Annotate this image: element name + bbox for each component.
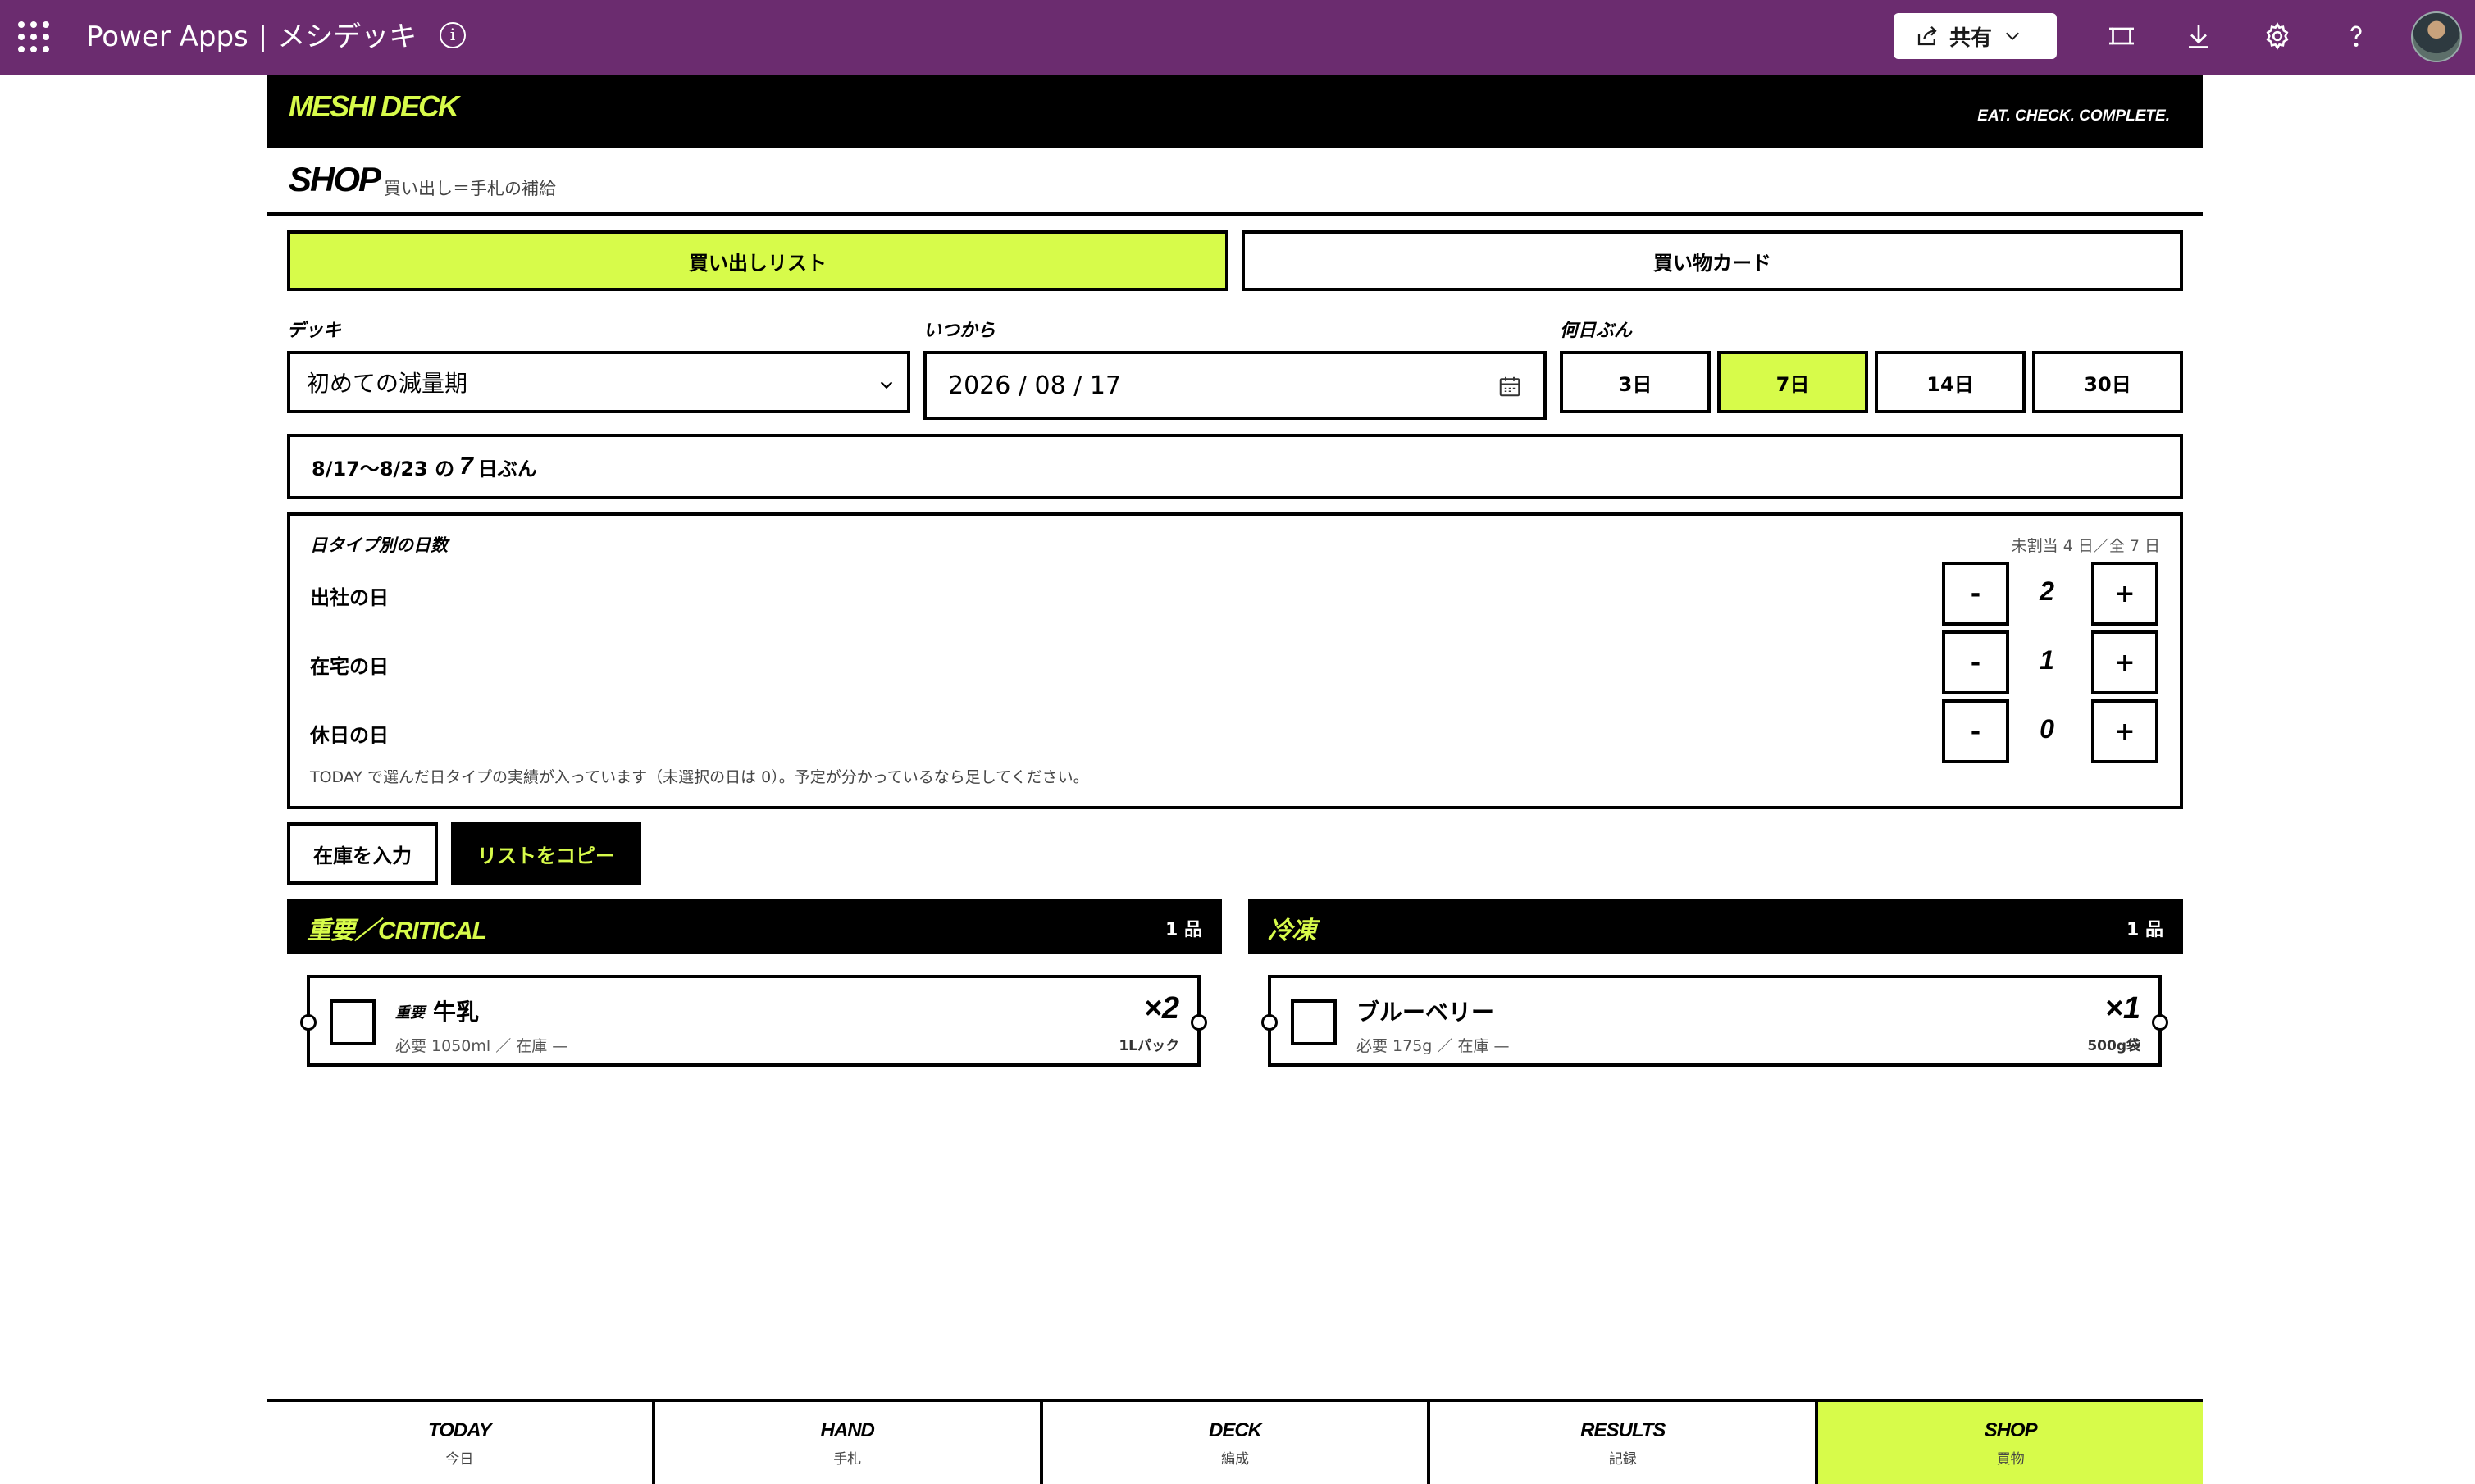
item-unit: 1Lパック [1119,1038,1179,1054]
nav-label: DECK [1208,1418,1262,1441]
category-header-frozen: 冷凍 1 品 [1248,899,2183,954]
copy-list-button[interactable]: リストをコピー [451,822,641,885]
home-plus-button[interactable]: + [2091,630,2158,694]
from-date-value: 2026 / 08 / 17 [948,371,1122,400]
unassigned-days: 未割当 4 日／全 7 日 [2011,537,2160,555]
item-checkbox[interactable] [1291,999,1337,1045]
card-hole-left [300,1014,317,1031]
days-label: 何日ぶん [1560,320,1633,340]
day-type-note: TODAY で選んだ日タイプの実績が入っています（未選択の日は 0）。予定が分か… [310,768,1089,786]
user-avatar[interactable] [2411,11,2462,62]
app-launcher-icon[interactable] [18,21,49,52]
days-option-30[interactable]: 30日 [2032,351,2183,413]
range-prefix: 8/17〜8/23 の [312,457,455,480]
calendar-icon[interactable] [1497,374,1522,398]
tab-shopping-cards[interactable]: 買い物カード [1242,230,2183,291]
app-canvas: MESHI DECK EAT. CHECK. COMPLETE. SHOP 買い… [267,75,2203,1484]
days-option-3[interactable]: 3日 [1560,351,1711,413]
days-option-14[interactable]: 14日 [1875,351,2026,413]
shopping-item-card[interactable]: 重要 牛乳 必要 1050ml ／ 在庫 — ×2 1Lパック [300,975,1207,1067]
day-type-title: 日タイプ別の日数 [310,536,448,555]
day-type-panel: 日タイプ別の日数 未割当 4 日／全 7 日 出社の日 - 2 + 在宅の日 -… [287,512,2183,809]
office-minus-button[interactable]: - [1942,562,2009,626]
chevron-down-icon [880,381,893,389]
range-days: 7 [459,453,473,480]
settings-gear-icon[interactable] [2259,18,2295,54]
nav-sublabel: 編成 [1220,1450,1249,1468]
nav-label: SHOP [1984,1418,2038,1441]
category-count: 1 品 [2126,920,2163,940]
deck-label: デッキ [287,320,342,340]
item-quantity: ×2 [1143,991,1179,1026]
date-range-summary: 8/17〜8/23 の 7 日ぶん [287,434,2183,499]
range-suffix: 日ぶん [477,457,537,480]
holiday-minus-button[interactable]: - [1942,699,2009,763]
nav-sublabel: 今日 [445,1450,474,1468]
item-name: ブルーベリー [1356,999,1495,1026]
home-minus-button[interactable]: - [1942,630,2009,694]
deck-select-value: 初めての減量期 [307,370,468,397]
item-unit: 500g袋 [2087,1038,2140,1054]
nav-label: HAND [820,1418,875,1441]
app-name: メシデッキ [277,20,417,53]
share-icon [1917,25,1937,46]
from-date-picker[interactable]: 2026 / 08 / 17 [923,351,1547,420]
holiday-day-count: 0 [2040,714,2054,744]
nav-sublabel: 手札 [833,1450,862,1468]
fit-to-window-icon[interactable] [2104,18,2140,54]
help-icon[interactable] [2338,18,2374,54]
page-subtitle: 買い出し＝手札の補給 [384,179,556,198]
item-checkbox[interactable] [330,999,376,1045]
office-day-count: 2 [2040,576,2054,606]
from-date-label: いつから [923,320,996,340]
days-option-7[interactable]: 7日 [1717,351,1868,413]
brand-logo: MESHI DECK [289,89,459,123]
category-name: 重要／CRITICAL [307,917,487,945]
home-day-count: 1 [2040,645,2054,675]
nav-today[interactable]: TODAY 今日 [267,1402,655,1484]
title-separator: | [258,20,268,53]
nav-hand[interactable]: HAND 手札 [654,1402,1043,1484]
nav-results[interactable]: RESULTS 記録 [1430,1402,1819,1484]
bottom-nav: TODAY 今日 HAND 手札 DECK 編成 RESULTS 記録 SHOP… [267,1399,2203,1484]
deck-select[interactable]: 初めての減量期 [287,351,910,413]
share-label: 共有 [1949,25,1993,51]
power-apps-topbar: Power Apps | メシデッキ i 共有 [0,0,2475,75]
item-name: 牛乳 [433,999,480,1026]
office-plus-button[interactable]: + [2091,562,2158,626]
page-title: SHOP [289,160,381,198]
nav-label: RESULTS [1580,1418,1666,1441]
card-hole-right [1191,1014,1207,1031]
card-hole-right [2152,1014,2168,1031]
nav-deck[interactable]: DECK 編成 [1042,1402,1431,1484]
item-meta: 必要 1050ml ／ 在庫 — [395,1037,568,1055]
enter-stock-button[interactable]: 在庫を入力 [287,822,438,885]
tagline: EAT. CHECK. COMPLETE. [1977,107,2170,125]
shopping-item-card[interactable]: ブルーベリー 必要 175g ／ 在庫 — ×1 500g袋 [1261,975,2168,1067]
day-type-label-home: 在宅の日 [310,655,389,678]
day-type-label-holiday: 休日の日 [310,724,389,747]
app-title: Power Apps | メシデッキ [86,18,417,56]
card-hole-left [1261,1014,1278,1031]
nav-label: TODAY [428,1418,492,1441]
title-divider [267,212,2203,216]
day-type-label-office: 出社の日 [310,586,389,609]
item-priority-tag: 重要 [395,1004,425,1021]
category-count: 1 品 [1165,920,1202,940]
holiday-plus-button[interactable]: + [2091,699,2158,763]
download-icon[interactable] [2181,18,2217,54]
platform-name: Power Apps [86,20,248,53]
tab-shopping-list[interactable]: 買い出しリスト [287,230,1228,291]
category-name: 冷凍 [1268,917,1316,945]
item-quantity: ×1 [2104,991,2140,1026]
nav-sublabel: 買物 [1996,1450,2025,1468]
nav-sublabel: 記録 [1608,1450,1637,1468]
share-button[interactable]: 共有 [1894,13,2057,59]
info-icon[interactable]: i [440,22,466,48]
app-header: MESHI DECK EAT. CHECK. COMPLETE. [267,75,2203,148]
category-header-critical: 重要／CRITICAL 1 品 [287,899,1222,954]
chevron-down-icon [2006,32,2019,40]
item-meta: 必要 175g ／ 在庫 — [1356,1037,1510,1055]
nav-shop[interactable]: SHOP 買物 [1818,1402,2203,1484]
